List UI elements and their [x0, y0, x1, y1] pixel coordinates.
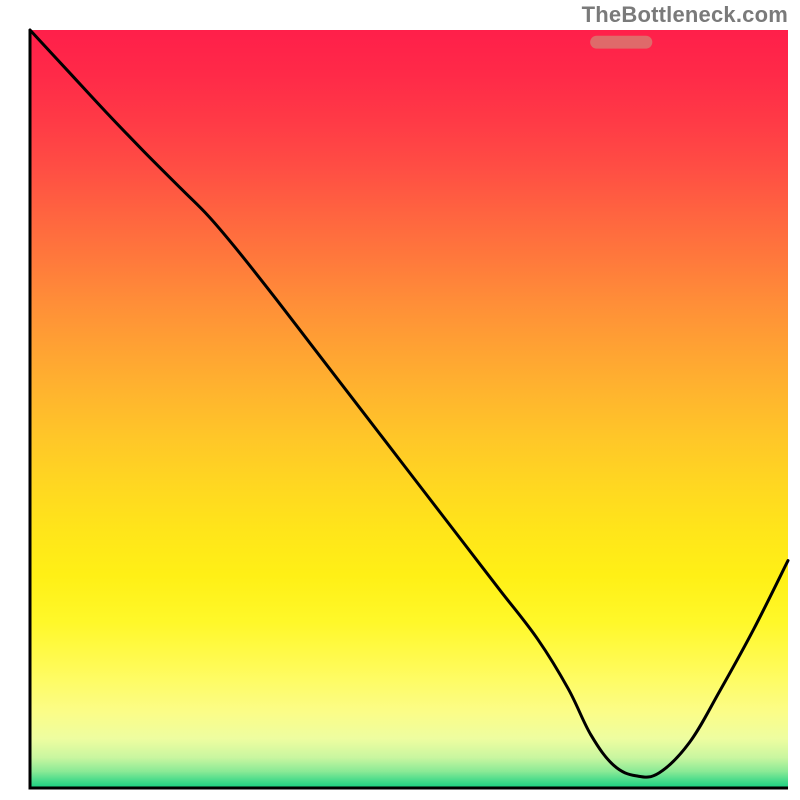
plot-area	[30, 30, 788, 788]
optimum-marker	[590, 36, 652, 49]
chart-container: TheBottleneck.com	[0, 0, 800, 800]
bottleneck-chart	[0, 0, 800, 800]
watermark-text: TheBottleneck.com	[582, 2, 788, 28]
